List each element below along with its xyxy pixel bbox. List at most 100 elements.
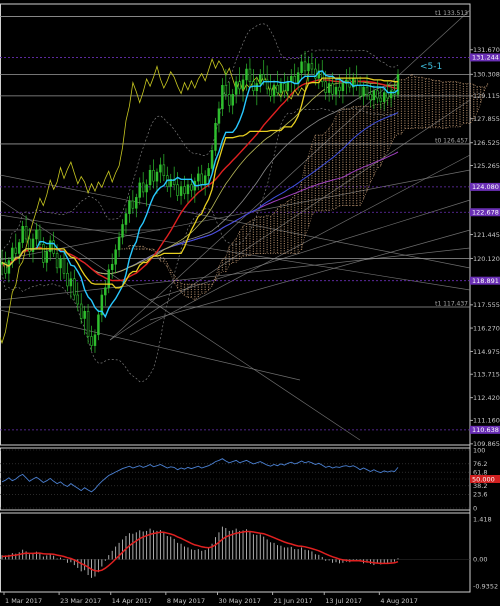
cloud-dot <box>297 244 299 246</box>
cloud-dot <box>421 120 423 122</box>
cloud-dot <box>424 109 427 111</box>
cloud-dot <box>356 176 358 178</box>
cloud-dot <box>335 142 337 144</box>
cloud-dot <box>349 190 351 192</box>
cloud-dot <box>232 247 234 249</box>
price-tick-label: 127.855 <box>473 115 500 123</box>
cloud-dot <box>359 149 361 151</box>
cloud-dot <box>314 209 316 211</box>
candle-body-down <box>224 85 228 95</box>
cloud-dot <box>376 149 378 152</box>
cloud-dot <box>328 173 330 175</box>
cloud-dot <box>435 92 437 94</box>
cloud-dot <box>438 123 440 125</box>
cloud-dot <box>259 243 261 245</box>
cloud-dot <box>266 239 268 241</box>
cloud-dot <box>328 142 330 144</box>
cloud-dot <box>366 142 368 144</box>
cloud-dot <box>438 92 440 94</box>
cloud-dot <box>342 183 344 185</box>
cloud-dot <box>362 120 365 122</box>
cloud-dot <box>266 215 268 217</box>
cloud-dot <box>294 202 296 204</box>
cloud-dot <box>400 101 403 103</box>
cloud-dot <box>297 215 299 217</box>
cloud-dot <box>373 128 375 130</box>
cloud-dot <box>400 127 403 129</box>
cloud-dot <box>297 220 299 222</box>
cloud-dot <box>352 192 354 195</box>
cloud-dot <box>283 243 285 245</box>
cloud-dot <box>421 86 423 88</box>
cloud-dot <box>280 209 282 211</box>
cloud-dot <box>356 125 358 127</box>
cloud-dot <box>266 227 268 229</box>
cloud-dot <box>362 118 365 120</box>
cloud-dot <box>369 140 372 142</box>
cloud-dot <box>356 147 358 149</box>
cloud-dot <box>349 147 351 149</box>
cloud-dot <box>459 116 461 118</box>
cloud-dot <box>352 178 354 180</box>
cloud-dot <box>294 219 296 221</box>
cloud-dot <box>297 193 299 196</box>
cloud-dot <box>269 233 272 235</box>
cloud-dot <box>242 247 244 250</box>
cloud-dot <box>407 89 409 91</box>
candle-body-up <box>396 74 400 95</box>
cloud-dot <box>469 117 471 119</box>
cloud-dot <box>407 120 409 122</box>
cloud-dot <box>269 242 272 244</box>
cloud-dot <box>335 118 337 120</box>
cloud-dot <box>335 164 337 166</box>
cloud-dot <box>245 237 248 240</box>
cloud-dot <box>390 130 392 132</box>
cloud-dot <box>356 128 358 130</box>
cloud-dot <box>352 113 354 115</box>
cloud-dot <box>438 111 440 113</box>
cloud-dot <box>294 252 296 254</box>
cloud-dot <box>328 202 330 204</box>
cloud-dot <box>473 106 475 108</box>
cloud-dot <box>338 111 341 113</box>
cloud-dot <box>325 199 327 201</box>
candle-body-down <box>386 92 389 99</box>
cloud-dot <box>249 252 251 254</box>
cloud-dot <box>373 150 375 152</box>
candle-body-up <box>221 85 224 110</box>
cloud-dot <box>300 234 303 236</box>
cloud-dot <box>366 178 368 180</box>
cloud-dot <box>404 91 406 93</box>
cloud-dot <box>414 76 416 78</box>
cloud-dot <box>411 124 413 126</box>
cloud-dot <box>411 93 413 95</box>
cloud-dot <box>232 249 234 251</box>
cloud-dot <box>342 166 344 168</box>
candle-body-up <box>45 251 49 263</box>
cloud-dot <box>294 207 296 209</box>
price-tick-label: 126.525 <box>473 139 500 147</box>
cloud-dot <box>276 242 279 244</box>
cloud-dot <box>280 223 282 225</box>
cloud-dot <box>314 144 316 146</box>
cloud-dot <box>387 135 389 137</box>
cloud-dot <box>331 147 334 149</box>
cloud-dot <box>383 112 385 114</box>
cloud-dot <box>449 103 451 105</box>
cloud-dot <box>466 109 468 112</box>
cloud-dot <box>376 159 378 161</box>
cloud-dot <box>276 244 279 246</box>
cloud-dot <box>325 151 327 153</box>
cloud-dot <box>376 130 378 132</box>
cloud-dot <box>459 89 461 91</box>
cloud-dot <box>314 187 316 189</box>
cloud-dot <box>232 244 234 247</box>
candle-body-up <box>21 226 24 243</box>
cloud-dot <box>290 242 292 244</box>
cloud-dot <box>424 90 427 92</box>
candle-body-up <box>148 169 152 186</box>
candle-body-down <box>310 63 314 70</box>
cloud-dot <box>431 94 434 96</box>
cloud-dot <box>335 176 337 178</box>
cloud-dot <box>239 238 241 241</box>
